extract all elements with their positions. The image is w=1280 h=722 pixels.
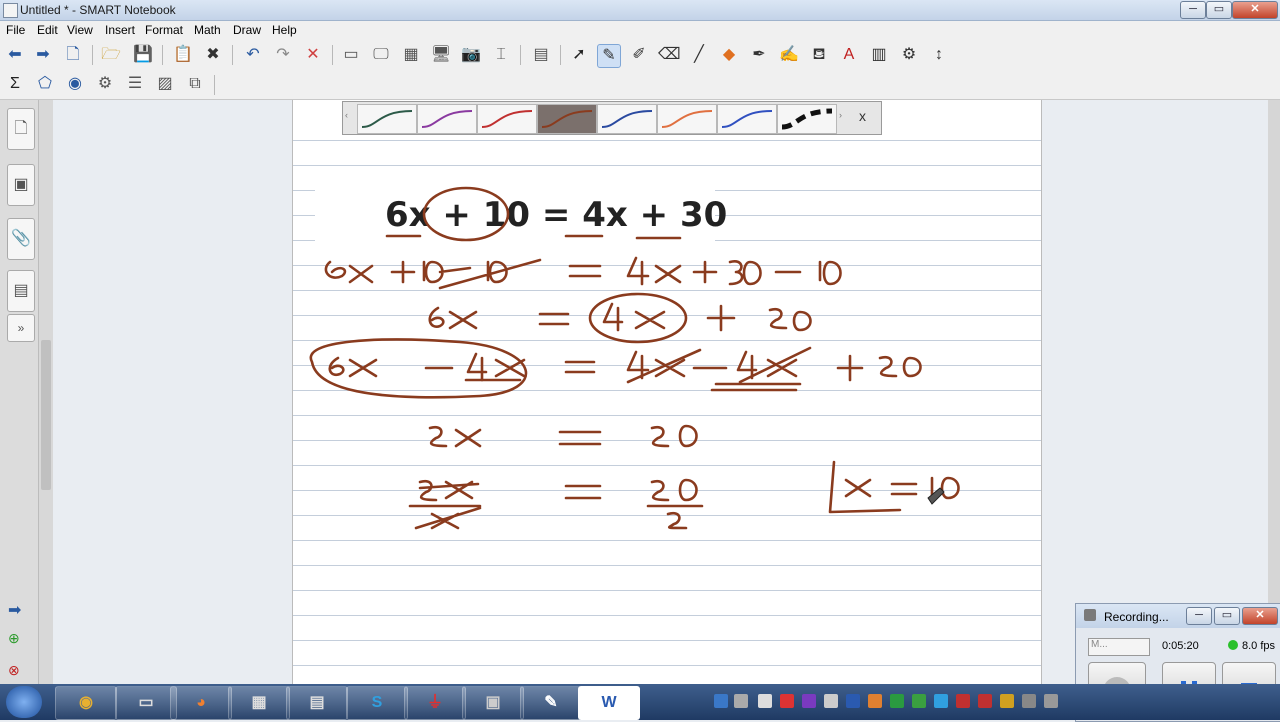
mode-select[interactable]: M... [1088,638,1150,656]
rec-maximize-button[interactable]: ▭ [1214,607,1240,625]
status-dot-icon [1228,640,1238,650]
ink-equals4 [558,430,602,446]
pen-palette: ‹ › x [342,101,882,135]
tray-icon[interactable] [868,694,882,708]
ink-6x-2 [428,306,478,330]
tray-icon[interactable] [956,694,970,708]
tray-excel-icon[interactable] [890,694,904,708]
notebook-taskbar-button[interactable]: ✎ [520,686,582,720]
ink-equals5 [564,484,602,500]
tray-icon[interactable] [824,694,838,708]
ink-plus10-minus10 [390,258,542,290]
file-taskbar-button[interactable]: ▭ [115,686,177,720]
ink-6x-minus-4x [328,352,526,382]
tray-word-icon[interactable] [846,694,860,708]
tray-icon[interactable] [1044,694,1058,708]
tray-onenote-icon[interactable] [802,694,816,708]
ink-equals1 [568,264,602,278]
acrobat-taskbar-button[interactable]: ⏚ [404,686,466,720]
pen-purple[interactable] [417,104,477,134]
word-taskbar-button[interactable]: W [578,686,640,720]
recording-time: 0:05:20 [1162,640,1199,652]
tray-icon[interactable] [1000,694,1014,708]
ink-4x-minus-4x [626,346,812,392]
scroll-right-icon[interactable]: › [839,110,842,120]
calc2-taskbar-button[interactable]: ▤ [286,686,348,720]
pen-orange[interactable] [657,104,717,134]
tray-icon[interactable] [912,694,926,708]
firefox-taskbar-button[interactable]: ◕ [170,686,232,720]
ink-20-over-2 [646,478,704,530]
skype-taskbar-button[interactable]: S [346,686,408,720]
pen-blue[interactable] [597,104,657,134]
chrome-taskbar-button[interactable]: ◉ [55,686,117,720]
ink-equals3 [564,360,596,374]
taskbar: ◉ ▭ ◕ ▦ ▤ S ⏚ ▣ ✎ W [0,684,1280,720]
recording-title: Recording... [1104,610,1169,624]
underline-marks [385,234,682,240]
scroll-left-icon[interactable]: ‹ [345,110,348,120]
tray-icon[interactable] [780,694,794,708]
ink-plus20-3 [836,354,922,382]
pen-dark-blue[interactable] [717,104,777,134]
recording-title-bar: Recording... ─ ▭ ✕ [1076,604,1280,628]
rec-close-button[interactable]: ✕ [1242,607,1278,625]
folder-taskbar-button[interactable]: ▣ [462,686,524,720]
start-button[interactable] [6,686,42,718]
calculator-taskbar-button[interactable]: ▦ [228,686,290,720]
ink-20 [650,424,698,448]
pen-brown-selected[interactable] [537,104,597,134]
ink-equals2 [538,312,570,326]
tray-icon[interactable] [1022,694,1036,708]
pen-cursor-icon [927,487,945,505]
ink-6x [324,260,374,284]
recording-fps: 8.0 fps [1242,640,1276,652]
rec-minimize-button[interactable]: ─ [1186,607,1212,625]
tray-icon[interactable] [734,694,748,708]
circle-plus-10 [422,186,510,242]
tray-icon[interactable] [978,694,992,708]
pen-red[interactable] [477,104,537,134]
tray-icon[interactable] [758,694,772,708]
pen-black[interactable] [357,104,417,134]
ink-4x-plus30-minus10 [626,256,842,286]
pen-bar-close-button[interactable]: x [859,108,866,124]
ink-2x [428,425,482,448]
ink-4x-plus20 [602,302,812,332]
tray-dropbox-icon[interactable] [714,694,728,708]
ink-2x-over-x [408,479,482,530]
tray-icon[interactable] [934,694,948,708]
pen-dashed[interactable] [777,104,837,134]
recorder-icon [1084,609,1096,621]
ink-x-equals-10 [828,460,960,514]
